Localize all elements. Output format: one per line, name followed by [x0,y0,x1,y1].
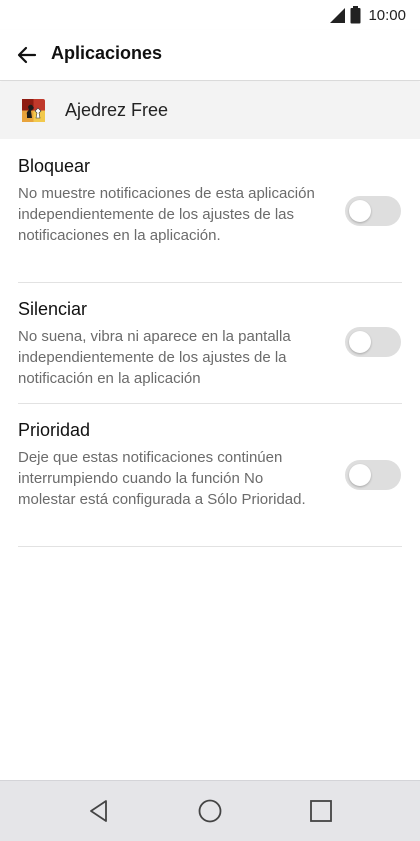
recents-square-icon [310,800,332,822]
arrow-left-icon [17,46,37,64]
toggle-knob [349,464,371,486]
back-triangle-icon [90,800,107,822]
nav-back-button[interactable] [82,795,116,827]
setting-description: Deje que estas notificaciones continúen … [18,449,306,508]
block-toggle[interactable] [345,196,401,226]
setting-title: Prioridad [18,420,91,440]
nav-home-button[interactable] [193,795,227,827]
app-header: Ajedrez Free [0,82,420,139]
home-circle-icon [198,799,222,823]
signal-icon [330,7,346,23]
nav-recents-button[interactable] [304,795,338,827]
page-title: Aplicaciones [51,43,163,63]
divider [18,403,402,404]
setting-title: Silenciar [18,299,88,319]
setting-priority: Prioridad Deje que estas notificaciones … [18,420,402,535]
status-bar: 10:00 [0,0,420,30]
back-button[interactable] [10,38,44,72]
status-icons: 10:00 [329,5,406,25]
setting-title: Bloquear [18,156,91,176]
toggle-knob [349,331,371,353]
divider [18,282,402,283]
setting-description: No muestre notificaciones de esta aplica… [18,185,315,244]
clock: 10:00 [368,6,406,24]
app-bar: Aplicaciones [0,30,420,81]
setting-block: Bloquear No muestre notificaciones de es… [18,156,402,271]
navigation-bar [0,780,420,841]
silence-toggle[interactable] [345,327,401,357]
app-name: Ajedrez Free [65,100,169,120]
chess-app-icon [22,99,45,122]
priority-toggle[interactable] [345,460,401,490]
setting-silence: Silenciar No suena, vibra ni aparece en … [18,299,402,394]
setting-description: No suena, vibra ni aparece en la pantall… [18,328,291,387]
battery-icon [350,6,361,24]
divider [18,546,402,547]
toggle-knob [349,200,371,222]
